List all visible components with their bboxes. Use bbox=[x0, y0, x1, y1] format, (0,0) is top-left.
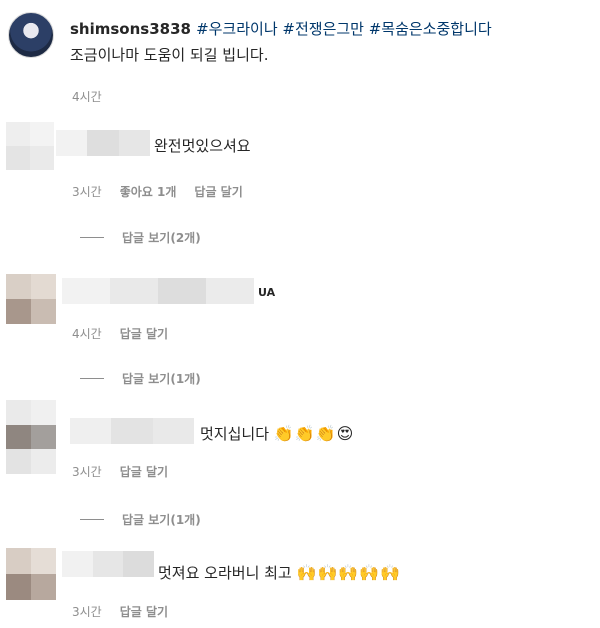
comment-body: 멋지십니다 bbox=[200, 425, 270, 443]
reply-button[interactable]: 답글 달기 bbox=[194, 185, 242, 199]
commenter-avatar[interactable] bbox=[6, 400, 56, 474]
comment-timestamp[interactable]: 4시간 bbox=[72, 327, 102, 341]
comment-likes[interactable]: 좋아요 1개 bbox=[120, 185, 177, 199]
view-replies-label: 답글 보기(1개) bbox=[122, 372, 201, 386]
replies-dash bbox=[80, 378, 104, 379]
comment-meta: 3시간 좋아요 1개 답글 달기 bbox=[72, 183, 243, 200]
replies-dash bbox=[80, 519, 104, 520]
caption-hashtags[interactable]: #우크라이나 #전쟁은그만 #목숨은소중합니다 bbox=[196, 20, 492, 38]
commenter-avatar[interactable] bbox=[6, 274, 56, 324]
comment-timestamp[interactable]: 3시간 bbox=[72, 465, 102, 479]
view-replies-label: 답글 보기(2개) bbox=[122, 231, 201, 245]
commenter-username[interactable] bbox=[62, 278, 254, 304]
view-replies-label: 답글 보기(1개) bbox=[122, 513, 201, 527]
reply-button[interactable]: 답글 달기 bbox=[120, 327, 168, 341]
raised-hands-emoji-icon: 🙌🙌🙌🙌🙌 bbox=[296, 563, 402, 582]
poster-username[interactable]: shimsons3838 bbox=[70, 20, 191, 38]
commenter-username[interactable] bbox=[70, 418, 194, 444]
caption-header: shimsons3838 #우크라이나 #전쟁은그만 #목숨은소중합니다 bbox=[70, 18, 492, 39]
caption-timestamp[interactable]: 4시간 bbox=[72, 88, 102, 105]
commenter-username[interactable] bbox=[56, 130, 150, 156]
commenter-avatar[interactable] bbox=[6, 548, 56, 600]
comment-meta: 4시간 답글 달기 bbox=[72, 325, 168, 342]
comment-text: UA bbox=[258, 286, 276, 299]
comment-body: 멋져요 오라버니 최고 bbox=[158, 564, 292, 582]
view-replies-button[interactable]: 답글 보기(1개) bbox=[80, 370, 201, 387]
comment-timestamp[interactable]: 3시간 bbox=[72, 605, 102, 619]
comment-meta: 3시간 답글 달기 bbox=[72, 463, 168, 480]
comment-meta: 3시간 답글 달기 bbox=[72, 603, 168, 620]
reply-button[interactable]: 답글 달기 bbox=[120, 605, 168, 619]
view-replies-button[interactable]: 답글 보기(1개) bbox=[80, 511, 201, 528]
comment-timestamp[interactable]: 3시간 bbox=[72, 185, 102, 199]
caption-text: 조금이나마 도움이 되길 빕니다. bbox=[70, 46, 269, 64]
replies-dash bbox=[80, 237, 104, 238]
clapping-emoji-icon: 👏👏👏😍 bbox=[273, 424, 355, 443]
poster-avatar[interactable] bbox=[8, 12, 54, 58]
comment-text: 멋지십니다 👏👏👏😍 bbox=[200, 423, 354, 444]
comment-text: 완전멋있으셔요 bbox=[154, 137, 251, 155]
commenter-avatar[interactable] bbox=[6, 122, 54, 170]
reply-button[interactable]: 답글 달기 bbox=[120, 465, 168, 479]
commenter-username[interactable] bbox=[62, 551, 155, 577]
view-replies-button[interactable]: 답글 보기(2개) bbox=[80, 229, 201, 246]
comment-text: 멋져요 오라버니 최고 🙌🙌🙌🙌🙌 bbox=[158, 562, 401, 583]
